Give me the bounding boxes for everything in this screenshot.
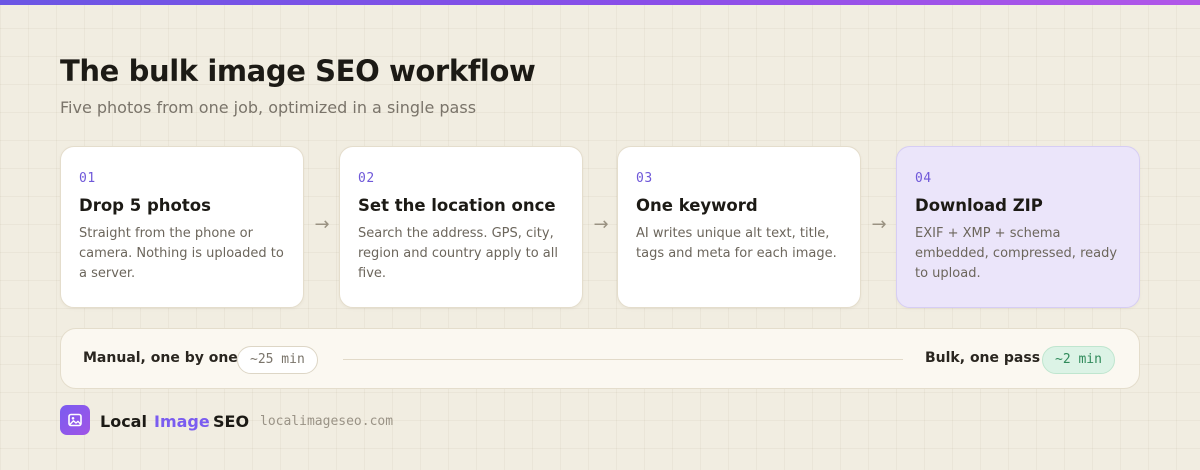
step-number: 01 xyxy=(79,171,96,186)
arrow-right-icon: → xyxy=(871,214,887,235)
step-number: 03 xyxy=(636,171,653,186)
manual-time-badge: ~25 min xyxy=(237,346,318,374)
manual-label: Manual, one by one xyxy=(83,350,238,366)
brand-word-image: Image xyxy=(154,412,210,431)
step-card-set-location: 02 Set the location once Search the addr… xyxy=(339,146,583,308)
brand-word-local: Local xyxy=(100,412,147,431)
arrow-right-icon: → xyxy=(593,214,609,235)
step-number: 04 xyxy=(915,171,932,186)
brand-word-seo: SEO xyxy=(213,412,250,431)
step-description: Search the address. GPS, city, region an… xyxy=(358,226,558,281)
step-card-download-zip: 04 Download ZIP EXIF + XMP + schema embe… xyxy=(896,146,1140,308)
website-url: localimageseo.com xyxy=(260,414,394,429)
step-description: Straight from the phone or camera. Nothi… xyxy=(79,226,284,281)
footer-brand: Local Image SEO localimageseo.com xyxy=(60,405,460,437)
step-description: EXIF + XMP + schema embedded, compressed… xyxy=(915,226,1118,281)
step-title: One keyword xyxy=(636,196,758,215)
top-accent-bar xyxy=(0,0,1200,5)
comparison-divider xyxy=(343,359,903,360)
bulk-time-badge: ~2 min xyxy=(1042,346,1115,374)
step-card-one-keyword: 03 One keyword AI writes unique alt text… xyxy=(617,146,861,308)
step-title: Drop 5 photos xyxy=(79,196,211,215)
step-description: AI writes unique alt text, title, tags a… xyxy=(636,226,837,261)
step-number: 02 xyxy=(358,171,375,186)
bulk-label: Bulk, one pass xyxy=(925,350,1041,366)
arrow-right-icon: → xyxy=(314,214,330,235)
page-title: The bulk image SEO workflow xyxy=(60,54,536,88)
page-subtitle: Five photos from one job, optimized in a… xyxy=(60,98,477,117)
step-title: Set the location once xyxy=(358,196,556,215)
step-title: Download ZIP xyxy=(915,196,1043,215)
time-comparison-bar: Manual, one by one ~25 min Bulk, one pas… xyxy=(60,328,1140,389)
image-icon xyxy=(60,405,90,435)
step-card-drop-photos: 01 Drop 5 photos Straight from the phone… xyxy=(60,146,304,308)
workflow-steps: 01 Drop 5 photos Straight from the phone… xyxy=(60,146,1140,308)
